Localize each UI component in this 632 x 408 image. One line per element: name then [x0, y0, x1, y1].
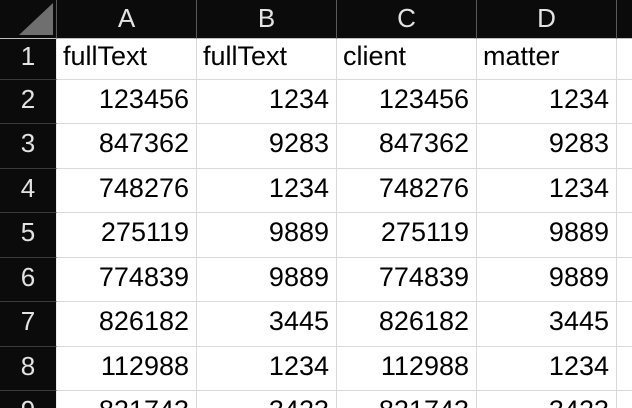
cell-E7[interactable]	[617, 302, 632, 347]
cell-E1[interactable]	[617, 39, 632, 80]
spreadsheet-window: A B C D 1 fullText fullText client matte…	[0, 0, 632, 408]
column-header-E-partial[interactable]	[617, 0, 632, 39]
cell-C6[interactable]: 774839	[337, 258, 477, 302]
row-header-8[interactable]: 8	[0, 347, 57, 391]
cell-A7[interactable]: 826182	[57, 302, 197, 347]
cell-B9[interactable]: 3423	[197, 391, 337, 408]
cell-A8[interactable]: 112988	[57, 347, 197, 391]
cell-C8[interactable]: 112988	[337, 347, 477, 391]
cell-D5[interactable]: 9889	[477, 213, 617, 258]
cell-D2[interactable]: 1234	[477, 80, 617, 124]
cell-D1[interactable]: matter	[477, 39, 617, 80]
cell-C4[interactable]: 748276	[337, 169, 477, 213]
cell-B7[interactable]: 3445	[197, 302, 337, 347]
cell-E5[interactable]	[617, 213, 632, 258]
cell-E6[interactable]	[617, 258, 632, 302]
spreadsheet-grid: A B C D 1 fullText fullText client matte…	[0, 0, 632, 408]
row-header-1[interactable]: 1	[0, 39, 57, 80]
column-header-A[interactable]: A	[57, 0, 197, 39]
cell-A9[interactable]: 821743	[57, 391, 197, 408]
column-header-D[interactable]: D	[477, 0, 617, 39]
cell-A5[interactable]: 275119	[57, 213, 197, 258]
cell-D4[interactable]: 1234	[477, 169, 617, 213]
cell-B8[interactable]: 1234	[197, 347, 337, 391]
cell-B3[interactable]: 9283	[197, 124, 337, 169]
cell-E3[interactable]	[617, 124, 632, 169]
cell-B2[interactable]: 1234	[197, 80, 337, 124]
select-all-triangle-icon	[19, 3, 53, 35]
cell-B4[interactable]: 1234	[197, 169, 337, 213]
select-all-corner[interactable]	[0, 0, 57, 39]
cell-A1[interactable]: fullText	[57, 39, 197, 80]
cell-D7[interactable]: 3445	[477, 302, 617, 347]
cell-C2[interactable]: 123456	[337, 80, 477, 124]
row-header-3[interactable]: 3	[0, 124, 57, 169]
row-header-4[interactable]: 4	[0, 169, 57, 213]
cell-A4[interactable]: 748276	[57, 169, 197, 213]
cell-E4[interactable]	[617, 169, 632, 213]
cell-E8[interactable]	[617, 347, 632, 391]
cell-D3[interactable]: 9283	[477, 124, 617, 169]
row-header-9[interactable]: 9	[0, 391, 57, 408]
row-header-2[interactable]: 2	[0, 80, 57, 124]
cell-C3[interactable]: 847362	[337, 124, 477, 169]
cell-C5[interactable]: 275119	[337, 213, 477, 258]
cell-B1[interactable]: fullText	[197, 39, 337, 80]
cell-D8[interactable]: 1234	[477, 347, 617, 391]
column-header-C[interactable]: C	[337, 0, 477, 39]
cell-C7[interactable]: 826182	[337, 302, 477, 347]
cell-E2[interactable]	[617, 80, 632, 124]
cell-A6[interactable]: 774839	[57, 258, 197, 302]
cell-B6[interactable]: 9889	[197, 258, 337, 302]
row-header-7[interactable]: 7	[0, 302, 57, 347]
cell-D6[interactable]: 9889	[477, 258, 617, 302]
row-header-6[interactable]: 6	[0, 258, 57, 302]
cell-A3[interactable]: 847362	[57, 124, 197, 169]
cell-E9[interactable]	[617, 391, 632, 408]
cell-C9[interactable]: 821743	[337, 391, 477, 408]
cell-A2[interactable]: 123456	[57, 80, 197, 124]
column-header-B[interactable]: B	[197, 0, 337, 39]
cell-D9[interactable]: 3423	[477, 391, 617, 408]
cell-C1[interactable]: client	[337, 39, 477, 80]
row-header-5[interactable]: 5	[0, 213, 57, 258]
cell-B5[interactable]: 9889	[197, 213, 337, 258]
